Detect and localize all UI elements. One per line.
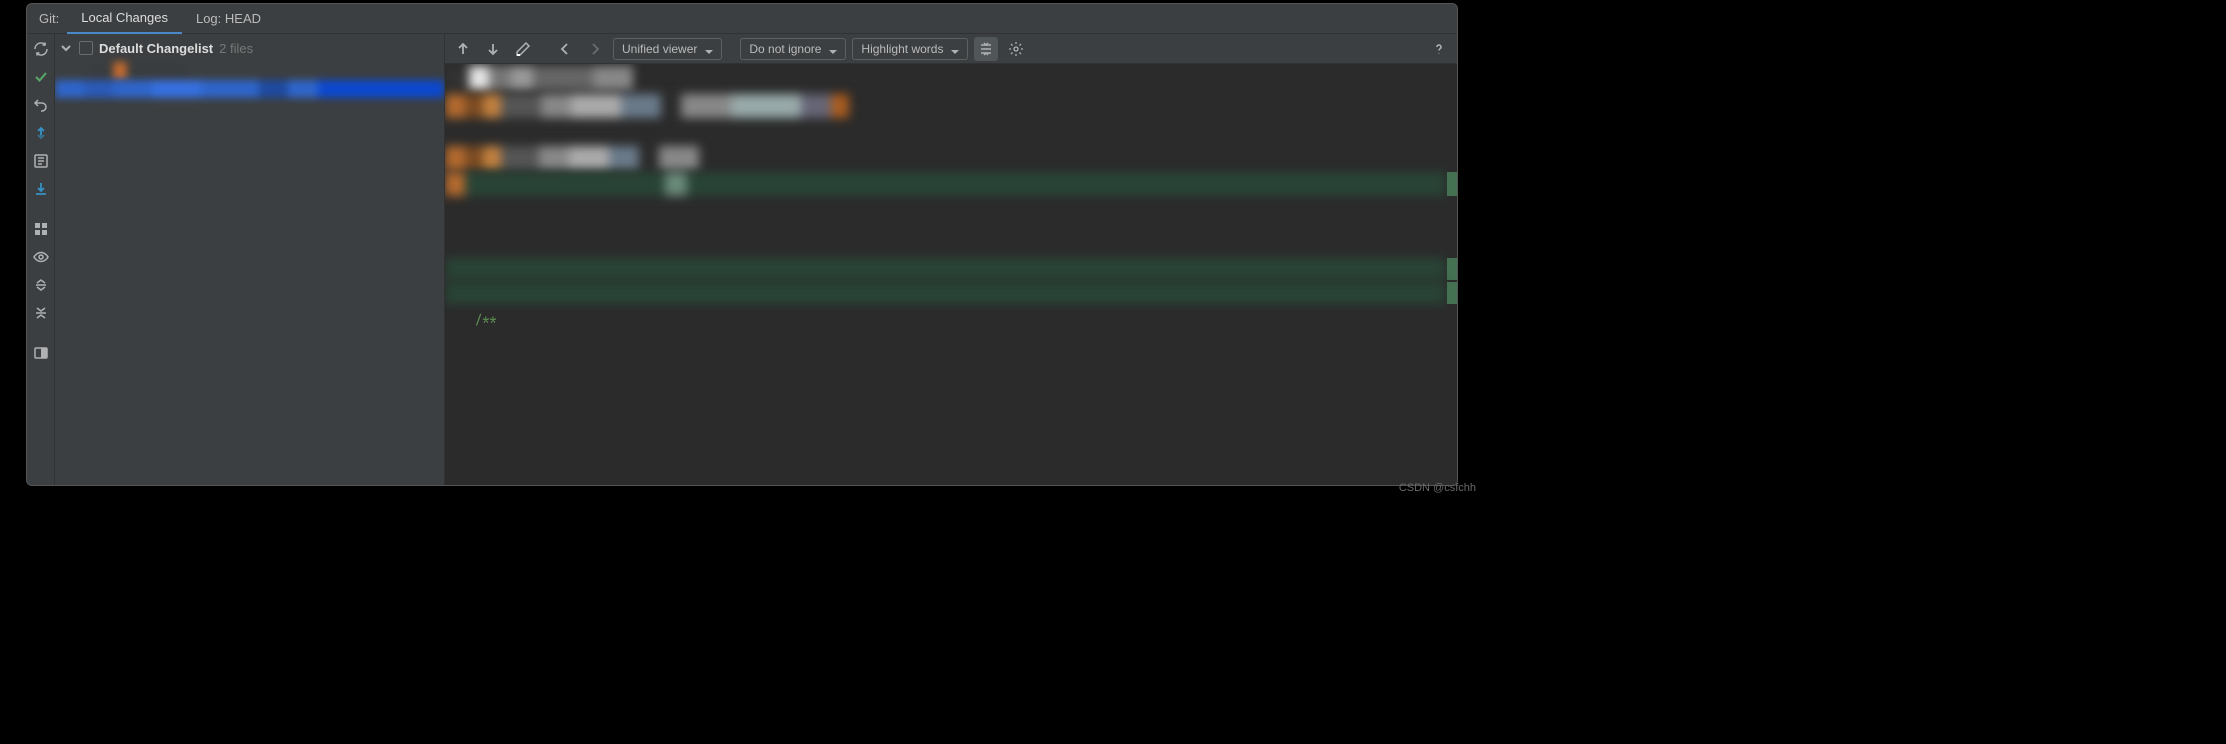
changelist-panel: Default Changelist 2 files (55, 34, 445, 485)
code-line (445, 66, 1445, 90)
ignore-dropdown[interactable]: Do not ignore (740, 38, 846, 60)
forward-icon (583, 37, 607, 61)
diff-body[interactable]: /** (445, 64, 1457, 485)
git-panel: Git: Local Changes Log: HEAD (26, 3, 1458, 486)
gutter-added (1447, 258, 1457, 280)
changelist-name: Default Changelist (99, 41, 213, 56)
file-item[interactable] (55, 62, 444, 80)
help-icon[interactable] (1427, 37, 1451, 61)
collapse-all-icon[interactable] (30, 302, 52, 324)
tab-log-head[interactable]: Log: HEAD (182, 4, 275, 34)
caret-icon (705, 45, 713, 53)
watermark: CSDN @csfchh (1399, 482, 1476, 494)
commit-icon[interactable] (30, 66, 52, 88)
collapse-unchanged-icon[interactable] (974, 37, 998, 61)
shelve-icon[interactable] (30, 178, 52, 200)
group-by-icon[interactable] (30, 218, 52, 240)
git-prefix-label: Git: (31, 11, 67, 26)
changelist-header[interactable]: Default Changelist 2 files (55, 34, 444, 62)
code-line-added (445, 258, 1445, 280)
caret-icon (951, 45, 959, 53)
refresh-icon[interactable] (30, 38, 52, 60)
gutter-added (1447, 282, 1457, 304)
diff-toolbar: Unified viewer Do not ignore Highlight w… (445, 34, 1457, 64)
git-tabbar: Git: Local Changes Log: HEAD (27, 4, 1457, 34)
file-item-selected[interactable] (55, 80, 444, 98)
changelist-checkbox[interactable] (79, 41, 93, 55)
gutter-added (1447, 172, 1457, 196)
highlight-label: Highlight words (861, 42, 943, 56)
center-area: Default Changelist 2 files (55, 34, 1457, 485)
code-line-added (445, 282, 1445, 304)
preview-icon[interactable] (30, 246, 52, 268)
code-comment: /** (475, 312, 497, 328)
changelist-items (55, 62, 444, 485)
highlight-dropdown[interactable]: Highlight words (852, 38, 968, 60)
expand-all-icon[interactable] (30, 274, 52, 296)
gear-icon[interactable] (1004, 37, 1028, 61)
back-icon[interactable] (553, 37, 577, 61)
changelist-count: 2 files (219, 41, 253, 56)
viewer-label: Unified viewer (622, 42, 697, 56)
diff-panel: Unified viewer Do not ignore Highlight w… (445, 34, 1457, 485)
update-icon[interactable] (30, 122, 52, 144)
layout-icon[interactable] (30, 342, 52, 364)
diff-icon[interactable] (30, 150, 52, 172)
tab-local-changes[interactable]: Local Changes (67, 4, 182, 34)
viewer-dropdown[interactable]: Unified viewer (613, 38, 722, 60)
chevron-down-icon[interactable] (59, 41, 73, 55)
rollback-icon[interactable] (30, 94, 52, 116)
code-line-added (445, 172, 1445, 196)
code-line (445, 146, 1445, 170)
main-area: Default Changelist 2 files (27, 34, 1457, 485)
ignore-label: Do not ignore (749, 42, 821, 56)
next-diff-icon[interactable] (481, 37, 505, 61)
caret-icon (829, 45, 837, 53)
code-line (445, 94, 1445, 118)
edit-icon[interactable] (511, 37, 535, 61)
left-toolbar (27, 34, 55, 485)
prev-diff-icon[interactable] (451, 37, 475, 61)
